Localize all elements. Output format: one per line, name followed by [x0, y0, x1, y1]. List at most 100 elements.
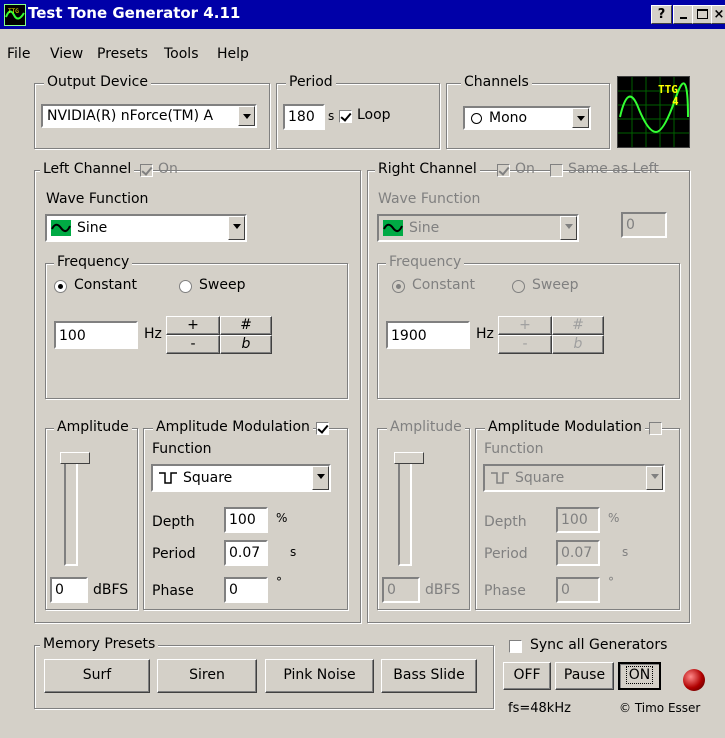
memory-presets-label: Memory Presets — [40, 636, 159, 652]
chevron-down-icon[interactable] — [228, 216, 245, 240]
channels-label: Channels — [461, 74, 532, 90]
app-icon[interactable]: TTG — [4, 4, 26, 26]
left-wave-select[interactable]: Sine — [45, 214, 247, 242]
right-function-label: Function — [484, 441, 544, 457]
left-flat-button[interactable]: b — [220, 335, 272, 354]
output-device-label: Output Device — [44, 74, 151, 90]
minimize-icon — [680, 17, 687, 19]
left-function-select[interactable]: Square — [151, 464, 331, 492]
menu-presets[interactable]: Presets — [97, 46, 148, 62]
off-button[interactable]: OFF — [503, 662, 551, 690]
left-plus-button[interactable]: + — [166, 316, 220, 335]
left-amplitude-track[interactable] — [64, 458, 78, 566]
chevron-down-icon[interactable] — [572, 108, 589, 128]
left-frequency-label: Frequency — [54, 254, 133, 270]
svg-text:TTG: TTG — [8, 8, 19, 15]
right-constant-label: Constant — [412, 277, 475, 293]
right-sweep-label: Sweep — [532, 277, 579, 293]
right-minus-button[interactable]: - — [498, 335, 552, 354]
right-am-label: Amplitude Modulation — [485, 419, 645, 435]
loop-checkbox[interactable] — [339, 110, 352, 123]
right-on-label: On — [515, 161, 535, 177]
left-sweep-radio[interactable] — [179, 280, 192, 293]
output-device-value: NVIDIA(R) nForce(TM) A — [47, 108, 214, 124]
scope-display: TTG 4 — [617, 76, 690, 148]
left-depth-input[interactable]: 100 — [224, 507, 268, 533]
chevron-down-icon[interactable] — [560, 216, 577, 240]
preset-siren-button[interactable]: Siren — [157, 659, 257, 693]
left-am-label: Amplitude Modulation — [153, 419, 313, 435]
left-amplitude-input[interactable]: 0 — [50, 577, 88, 603]
chevron-down-icon[interactable] — [312, 466, 329, 490]
left-constant-label: Constant — [74, 277, 137, 293]
left-depth-label: Depth — [152, 514, 195, 530]
preset-surf-button[interactable]: Surf — [44, 659, 150, 693]
credit-label: © Timo Esser — [619, 701, 701, 715]
left-function-label: Function — [152, 441, 212, 457]
right-amplitude-slider[interactable] — [394, 452, 424, 464]
menu-file[interactable]: File — [7, 46, 30, 62]
right-wave-label: Wave Function — [378, 191, 481, 207]
on-button[interactable]: ON — [618, 662, 661, 690]
right-dbfs-label: dBFS — [425, 582, 461, 598]
output-device-select[interactable]: NVIDIA(R) nForce(TM) A — [41, 104, 257, 128]
left-sharp-button[interactable]: # — [220, 316, 272, 335]
right-period-input[interactable]: 0.07 — [556, 540, 600, 566]
right-offset-input[interactable]: 0 — [621, 212, 667, 238]
on-button-label: ON — [625, 666, 654, 684]
right-frequency-input[interactable]: 1900 — [386, 321, 470, 349]
sine-icon — [51, 220, 71, 236]
left-on-checkbox[interactable] — [140, 164, 153, 177]
right-sweep-radio[interactable] — [512, 280, 525, 293]
sync-checkbox[interactable] — [509, 640, 522, 653]
left-am-checkbox[interactable] — [316, 422, 329, 435]
preset-bass-slide-button[interactable]: Bass Slide — [381, 659, 477, 693]
right-period-unit: s — [622, 545, 629, 559]
right-plus-button[interactable]: + — [498, 316, 552, 335]
left-wave-label: Wave Function — [46, 191, 149, 207]
left-minus-button[interactable]: - — [166, 335, 220, 354]
period-input[interactable]: 180 — [283, 104, 325, 130]
right-constant-radio[interactable] — [392, 280, 405, 293]
left-frequency-input[interactable]: 100 — [54, 321, 138, 349]
right-function-select[interactable]: Square — [483, 464, 665, 492]
period-label: Period — [286, 74, 336, 90]
menu-view[interactable]: View — [50, 46, 83, 62]
right-flat-button[interactable]: b — [552, 335, 604, 354]
right-amplitude-track[interactable] — [398, 458, 412, 566]
preset-pink-noise-button[interactable]: Pink Noise — [265, 659, 374, 693]
left-on-label: On — [158, 161, 178, 177]
close-button[interactable]: × — [711, 5, 725, 24]
right-function-value: Square — [515, 470, 565, 486]
pause-button[interactable]: Pause — [555, 662, 614, 690]
menu-help[interactable]: Help — [217, 46, 249, 62]
maximize-icon — [697, 9, 708, 19]
right-phase-label: Phase — [484, 583, 526, 599]
maximize-button[interactable] — [692, 5, 713, 24]
right-on-checkbox[interactable] — [497, 164, 510, 177]
left-depth-unit: % — [276, 511, 288, 525]
channels-select[interactable]: Mono — [463, 106, 591, 130]
chevron-down-icon[interactable] — [646, 466, 663, 490]
right-wave-select[interactable]: Sine — [377, 214, 579, 242]
right-wave-value: Sine — [409, 220, 440, 236]
left-amplitude-slider[interactable] — [60, 452, 90, 464]
help-button[interactable]: ? — [651, 5, 672, 24]
left-phase-input[interactable]: 0 — [224, 577, 268, 603]
sine-icon — [383, 220, 403, 236]
svg-text:4: 4 — [672, 95, 679, 108]
same-as-left-checkbox[interactable] — [550, 164, 563, 177]
scope-waveform-icon: TTG 4 — [618, 77, 689, 147]
left-period-input[interactable]: 0.07 — [224, 540, 268, 566]
left-phase-unit: ° — [276, 575, 282, 589]
left-period-unit: s — [290, 545, 297, 559]
right-depth-input[interactable]: 100 — [556, 507, 600, 533]
minimize-button[interactable] — [673, 5, 694, 24]
right-phase-input[interactable]: 0 — [556, 577, 600, 603]
menu-tools[interactable]: Tools — [164, 46, 199, 62]
left-constant-radio[interactable] — [54, 280, 67, 293]
chevron-down-icon[interactable] — [238, 106, 255, 126]
right-sharp-button[interactable]: # — [552, 316, 604, 335]
right-amplitude-input[interactable]: 0 — [382, 577, 420, 603]
right-am-checkbox[interactable] — [649, 422, 662, 435]
